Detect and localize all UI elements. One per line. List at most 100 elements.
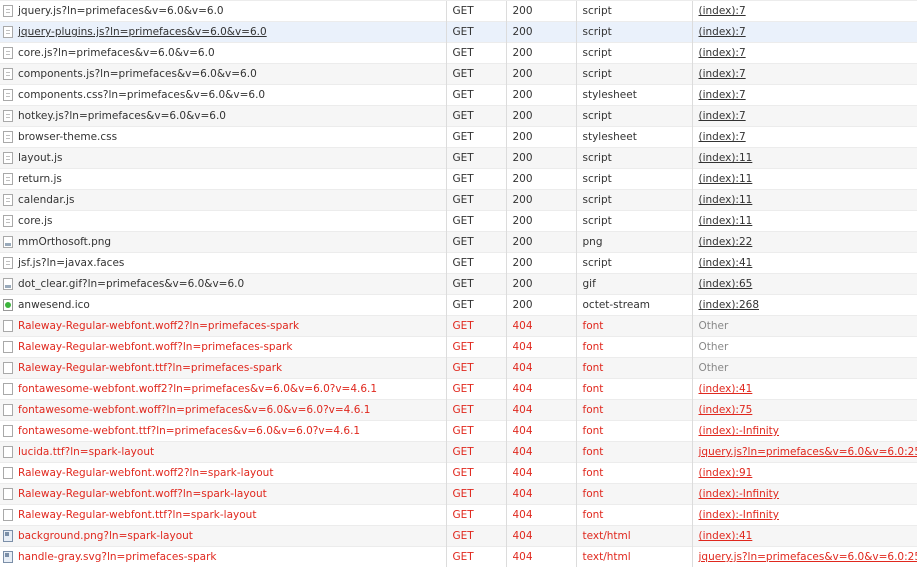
request-initiator-link[interactable]: (index):11 [699, 215, 753, 227]
request-name-cell[interactable]: return.js [0, 168, 446, 190]
request-name-cell[interactable]: jquery-plugins.js?ln=primefaces&v=6.0&v=… [0, 21, 446, 43]
request-name[interactable]: Raleway-Regular-webfont.woff?ln=spark-la… [18, 485, 267, 505]
request-name[interactable]: lucida.ttf?ln=spark-layout [18, 443, 154, 463]
request-initiator-link[interactable]: (index):-Infinity [699, 509, 780, 521]
request-row[interactable]: fontawesome-webfont.ttf?ln=primefaces&v=… [0, 420, 917, 442]
request-initiator-link[interactable]: (index):7 [699, 47, 746, 59]
request-name-cell[interactable]: lucida.ttf?ln=spark-layout [0, 441, 446, 463]
request-initiator-link[interactable]: (index):-Infinity [699, 425, 780, 437]
request-row[interactable]: browser-theme.css GET 200 stylesheet (index)… [0, 126, 917, 148]
request-name-cell[interactable]: hotkey.js?ln=primefaces&v=6.0&v=6.0 [0, 105, 446, 127]
request-initiator-link[interactable]: (index):41 [699, 257, 753, 269]
request-name[interactable]: calendar.js [18, 191, 74, 211]
request-row[interactable]: Raleway-Regular-webfont.woff2?ln=primefa… [0, 315, 917, 337]
request-row[interactable]: fontawesome-webfont.woff?ln=primefaces&v… [0, 399, 917, 421]
request-name-cell[interactable]: fontawesome-webfont.woff?ln=primefaces&v… [0, 399, 446, 421]
request-row[interactable]: jquery-plugins.js?ln=primefaces&v=6.0&v=… [0, 21, 917, 43]
request-name[interactable]: layout.js [18, 149, 63, 169]
request-name[interactable]: Raleway-Regular-webfont.ttf?ln=spark-lay… [18, 506, 256, 526]
request-row[interactable]: Raleway-Regular-webfont.woff?ln=primefac… [0, 336, 917, 358]
request-row[interactable]: hotkey.js?ln=primefaces&v=6.0&v=6.0 GET 20… [0, 105, 917, 127]
request-initiator-link[interactable]: (index):11 [699, 194, 753, 206]
request-row[interactable]: return.js GET 200 script (index):11 [0, 168, 917, 190]
request-name[interactable]: anwesend.ico [18, 296, 90, 316]
request-name-cell[interactable]: Raleway-Regular-webfont.woff2?ln=primefa… [0, 315, 446, 337]
request-name[interactable]: jsf.js?ln=javax.faces [18, 254, 124, 274]
request-row[interactable]: Raleway-Regular-webfont.woff?ln=spark-la… [0, 483, 917, 505]
request-initiator-link[interactable]: (index):7 [699, 5, 746, 17]
request-name-cell[interactable]: Raleway-Regular-webfont.woff2?ln=spark-l… [0, 462, 446, 484]
request-name[interactable]: return.js [18, 170, 62, 190]
request-initiator-link[interactable]: (index):268 [699, 299, 760, 311]
request-row[interactable]: components.js?ln=primefaces&v=6.0&v=6.0 G… [0, 63, 917, 85]
request-initiator-link[interactable]: (index):7 [699, 26, 746, 38]
request-row[interactable]: Raleway-Regular-webfont.woff2?ln=spark-l… [0, 462, 917, 484]
request-initiator-link[interactable]: (index):91 [699, 467, 753, 479]
request-initiator-link[interactable]: (index):-Infinity [699, 488, 780, 500]
request-name-cell[interactable]: anwesend.ico [0, 294, 446, 316]
request-name[interactable]: jquery-plugins.js?ln=primefaces&v=6.0&v=… [18, 23, 267, 43]
request-name-cell[interactable]: calendar.js [0, 189, 446, 211]
request-name[interactable]: components.css?ln=primefaces&v=6.0&v=6.0 [18, 86, 265, 106]
request-name-cell[interactable]: Raleway-Regular-webfont.ttf?ln=spark-lay… [0, 504, 446, 526]
request-name[interactable]: Raleway-Regular-webfont.woff2?ln=spark-l… [18, 464, 273, 484]
request-name[interactable]: Raleway-Regular-webfont.woff2?ln=primefa… [18, 317, 299, 337]
request-initiator-link[interactable]: (index):11 [699, 173, 753, 185]
request-row[interactable]: core.js GET 200 script (index):11 [0, 210, 917, 232]
request-row[interactable]: jquery.js?ln=primefaces&v=6.0&v=6.0 GET 20… [0, 0, 917, 22]
request-initiator-link[interactable]: (index):7 [699, 89, 746, 101]
request-row[interactable]: Raleway-Regular-webfont.ttf?ln=spark-lay… [0, 504, 917, 526]
request-row[interactable]: calendar.js GET 200 script (index):11 [0, 189, 917, 211]
request-name[interactable]: Raleway-Regular-webfont.ttf?ln=primeface… [18, 359, 282, 379]
request-name-cell[interactable]: browser-theme.css [0, 126, 446, 148]
request-initiator-link[interactable]: (index):7 [699, 131, 746, 143]
request-initiator-link[interactable]: (index):65 [699, 278, 753, 290]
request-name[interactable]: fontawesome-webfont.ttf?ln=primefaces&v=… [18, 422, 360, 442]
request-initiator-link[interactable]: (index):41 [699, 383, 753, 395]
request-row[interactable]: handle-gray.svg?ln=primefaces-spark GET 40… [0, 546, 917, 567]
request-row[interactable]: dot_clear.gif?ln=primefaces&v=6.0&v=6.0 G… [0, 273, 917, 295]
request-name-cell[interactable]: jquery.js?ln=primefaces&v=6.0&v=6.0 [0, 0, 446, 22]
request-initiator-link[interactable]: (index):75 [699, 404, 753, 416]
request-initiator-link[interactable]: jquery.js?ln=primefaces&v=6.0&v=6.0:25 [699, 446, 917, 458]
request-name-cell[interactable]: fontawesome-webfont.ttf?ln=primefaces&v=… [0, 420, 446, 442]
request-name-cell[interactable]: Raleway-Regular-webfont.woff?ln=spark-la… [0, 483, 446, 505]
request-name[interactable]: core.js [18, 212, 52, 232]
request-name-cell[interactable]: handle-gray.svg?ln=primefaces-spark [0, 546, 446, 567]
request-name[interactable]: dot_clear.gif?ln=primefaces&v=6.0&v=6.0 [18, 275, 244, 295]
request-name-cell[interactable]: Raleway-Regular-webfont.ttf?ln=primeface… [0, 357, 446, 379]
request-row[interactable]: Raleway-Regular-webfont.ttf?ln=primeface… [0, 357, 917, 379]
request-row[interactable]: jsf.js?ln=javax.faces GET 200 script (index)… [0, 252, 917, 274]
request-name[interactable]: background.png?ln=spark-layout [18, 527, 193, 547]
request-name[interactable]: fontawesome-webfont.woff2?ln=primefaces&… [18, 380, 377, 400]
request-initiator-link[interactable]: (index):7 [699, 68, 746, 80]
request-name-cell[interactable]: components.css?ln=primefaces&v=6.0&v=6.0 [0, 84, 446, 106]
request-name[interactable]: browser-theme.css [18, 128, 117, 148]
request-name[interactable]: mmOrthosoft.png [18, 233, 111, 253]
request-row[interactable]: background.png?ln=spark-layout GET 404 text… [0, 525, 917, 547]
request-name-cell[interactable]: background.png?ln=spark-layout [0, 525, 446, 547]
request-name[interactable]: components.js?ln=primefaces&v=6.0&v=6.0 [18, 65, 257, 85]
request-row[interactable]: mmOrthosoft.png GET 200 png (index):22 [0, 231, 917, 253]
request-initiator-link[interactable]: (index):7 [699, 110, 746, 122]
request-initiator-link[interactable]: (index):22 [699, 236, 753, 248]
request-row[interactable]: lucida.ttf?ln=spark-layout GET 404 font jque… [0, 441, 917, 463]
request-row[interactable]: layout.js GET 200 script (index):11 [0, 147, 917, 169]
request-name[interactable]: core.js?ln=primefaces&v=6.0&v=6.0 [18, 44, 215, 64]
request-name-cell[interactable]: fontawesome-webfont.woff2?ln=primefaces&… [0, 378, 446, 400]
request-name-cell[interactable]: mmOrthosoft.png [0, 231, 446, 253]
request-name-cell[interactable]: core.js?ln=primefaces&v=6.0&v=6.0 [0, 42, 446, 64]
request-initiator-link[interactable]: (index):41 [699, 530, 753, 542]
request-name-cell[interactable]: dot_clear.gif?ln=primefaces&v=6.0&v=6.0 [0, 273, 446, 295]
request-row[interactable]: fontawesome-webfont.woff2?ln=primefaces&… [0, 378, 917, 400]
request-name[interactable]: fontawesome-webfont.woff?ln=primefaces&v… [18, 401, 370, 421]
request-name-cell[interactable]: components.js?ln=primefaces&v=6.0&v=6.0 [0, 63, 446, 85]
request-initiator-link[interactable]: (index):11 [699, 152, 753, 164]
request-name-cell[interactable]: layout.js [0, 147, 446, 169]
request-name[interactable]: handle-gray.svg?ln=primefaces-spark [18, 547, 217, 567]
request-name-cell[interactable]: jsf.js?ln=javax.faces [0, 252, 446, 274]
request-name-cell[interactable]: Raleway-Regular-webfont.woff?ln=primefac… [0, 336, 446, 358]
request-name[interactable]: hotkey.js?ln=primefaces&v=6.0&v=6.0 [18, 107, 226, 127]
request-name[interactable]: jquery.js?ln=primefaces&v=6.0&v=6.0 [18, 2, 224, 22]
request-initiator-link[interactable]: jquery.js?ln=primefaces&v=6.0&v=6.0:25 [699, 551, 917, 563]
